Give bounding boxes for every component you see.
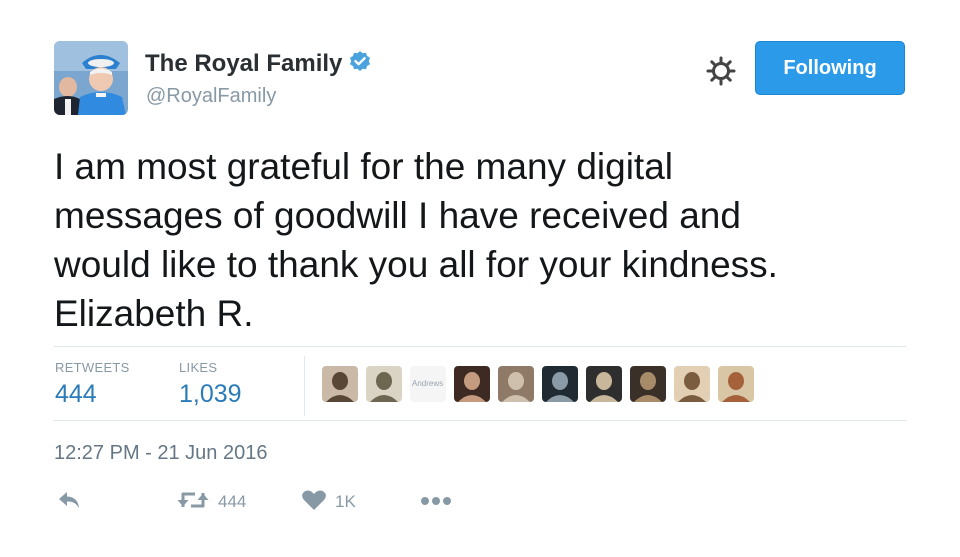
avatar-4[interactable]: [454, 366, 490, 402]
retweet-icon: [176, 489, 210, 516]
stats-vertical-divider: [304, 356, 305, 416]
tweet-text-line: Elizabeth R.: [54, 293, 254, 334]
stats-top-divider: [54, 346, 906, 347]
liker-label: Andrews: [412, 379, 444, 388]
like-button[interactable]: 1K: [301, 487, 356, 517]
avatar-6[interactable]: [542, 366, 578, 402]
avatar-9[interactable]: [674, 366, 710, 402]
reply-button[interactable]: [56, 487, 82, 517]
tweet-text-line: I am most grateful for the many digital: [54, 146, 673, 187]
heart-icon: [301, 489, 327, 516]
avatar-1[interactable]: [322, 366, 358, 402]
avatar-7[interactable]: [586, 366, 622, 402]
like-action-count: 1K: [335, 492, 356, 511]
avatar-5[interactable]: [498, 366, 534, 402]
stats-bottom-divider: [54, 420, 906, 421]
tweet-timestamp[interactable]: 12:27 PM - 21 Jun 2016: [54, 442, 267, 465]
more-button[interactable]: [420, 487, 452, 517]
author-handle[interactable]: @RoyalFamily: [146, 85, 276, 108]
likes-label: LIKES: [179, 360, 218, 375]
author-name[interactable]: The Royal Family: [145, 50, 372, 78]
avatar-10[interactable]: [718, 366, 754, 402]
avatar-3[interactable]: Andrews: [410, 366, 446, 402]
verified-badge-icon: [348, 50, 372, 74]
avatar-2[interactable]: [366, 366, 402, 402]
tweet-text: I am most grateful for the many digital …: [54, 142, 914, 338]
gear-icon[interactable]: [705, 55, 737, 87]
author-name-text[interactable]: The Royal Family: [145, 50, 342, 77]
avatar-8[interactable]: [630, 366, 666, 402]
tweet-card: The Royal Family @RoyalFamily Following …: [0, 0, 960, 557]
likes-count[interactable]: 1,039: [179, 380, 242, 409]
tweet-text-line: would like to thank you all for your kin…: [54, 244, 778, 285]
more-icon: [420, 493, 452, 511]
retweets-label: RETWEETS: [55, 360, 130, 375]
following-button[interactable]: Following: [755, 41, 905, 95]
retweet-button[interactable]: 444: [176, 487, 246, 517]
retweet-action-count: 444: [218, 492, 247, 511]
retweets-count[interactable]: 444: [55, 380, 97, 409]
tweet-text-line: messages of goodwill I have received and: [54, 195, 741, 236]
reply-icon: [56, 489, 82, 516]
author-avatar[interactable]: [54, 41, 128, 115]
